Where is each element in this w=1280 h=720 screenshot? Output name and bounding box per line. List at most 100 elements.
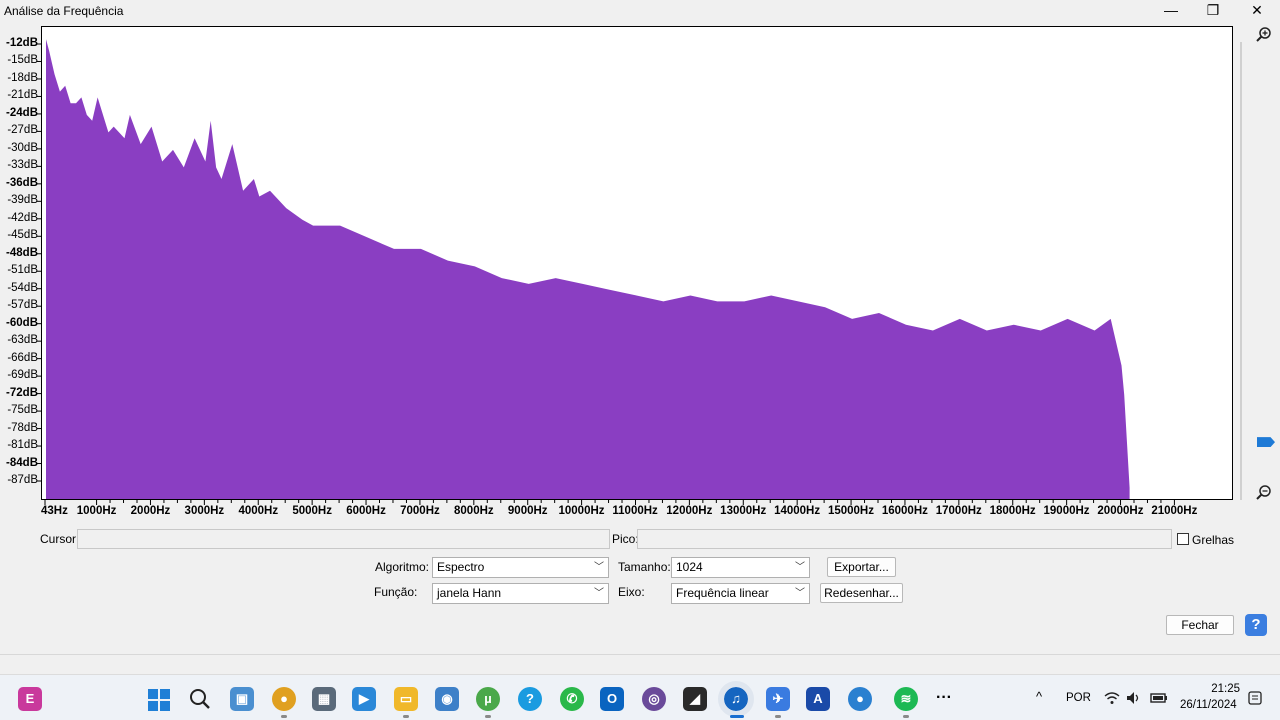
clock-date[interactable]: 26/11/2024	[1180, 699, 1237, 711]
y-tick-label: -60dB	[6, 316, 38, 329]
minimize-button[interactable]: —	[1148, 0, 1194, 22]
audacity-icon[interactable]: ♫	[718, 681, 754, 717]
x-tick-label: 20000Hz	[1097, 505, 1144, 517]
y-tick-label: -36dB	[6, 176, 38, 189]
x-tick-label: 12000Hz	[666, 505, 713, 517]
taskbar: E ▣ ● ▦ ▶ ▭ ◉ µ ? ✆ O ◎ ◢ ♫ ✈ A ● ≋ ··· …	[0, 674, 1280, 720]
algorithm-select[interactable]: Espectro ﹀	[432, 557, 609, 578]
axis-select[interactable]: Frequência linear ﹀	[671, 583, 810, 604]
x-tick-label: 43Hz	[41, 505, 68, 517]
more-apps-icon[interactable]: ···	[936, 689, 952, 707]
media-player-icon[interactable]: ▶	[352, 687, 376, 711]
axis-label: Eixo:	[618, 585, 645, 599]
x-tick-label: 8000Hz	[454, 505, 494, 517]
export-button[interactable]: Exportar...	[827, 557, 896, 577]
start-icon[interactable]	[148, 689, 170, 711]
y-tick-label: -42dB	[7, 211, 38, 224]
size-select[interactable]: 1024 ﹀	[671, 557, 810, 578]
calculator-icon[interactable]: ▦	[312, 687, 336, 711]
wifi-icon[interactable]	[1104, 691, 1120, 705]
help-icon[interactable]: ?	[1245, 614, 1267, 636]
whatsapp-icon[interactable]: ✆	[560, 687, 584, 711]
a-app-icon[interactable]: A	[806, 687, 830, 711]
chevron-down-icon: ﹀	[795, 562, 805, 573]
y-tick-label: -66dB	[7, 351, 38, 364]
spectrum-plot[interactable]	[41, 26, 1233, 500]
y-tick-label: -33dB	[7, 159, 38, 172]
y-tick-label: -54dB	[7, 281, 38, 294]
close-window-button[interactable]: ✕	[1234, 0, 1280, 22]
restore-button[interactable]: ❐	[1190, 0, 1236, 22]
function-select[interactable]: janela Hann ﹀	[432, 583, 609, 604]
y-tick-label: -75dB	[7, 404, 38, 417]
function-label: Função:	[374, 585, 418, 599]
firefox-icon[interactable]: ●	[848, 687, 872, 711]
peak-field	[637, 529, 1172, 549]
x-tick-label: 4000Hz	[238, 505, 279, 517]
x-tick-label: 19000Hz	[1043, 505, 1090, 517]
algorithm-value: Espectro	[437, 560, 485, 574]
x-tick-label: 15000Hz	[827, 505, 874, 517]
file-explorer-icon[interactable]: ▭	[394, 687, 418, 711]
plane-app-icon[interactable]: ✈	[766, 687, 790, 711]
y-tick-label: -15dB	[7, 54, 38, 67]
y-tick-label: -45dB	[7, 229, 38, 242]
y-tick-label: -24dB	[6, 106, 38, 119]
algorithm-label: Algoritmo:	[375, 560, 430, 574]
running-indicator	[775, 715, 781, 718]
zoom-slider-track[interactable]	[1240, 42, 1242, 500]
help-app-icon[interactable]: ?	[518, 687, 542, 711]
news-widget-icon[interactable]: E	[18, 687, 42, 711]
close-button[interactable]: Fechar	[1166, 615, 1234, 635]
spectrum-area	[46, 39, 1130, 499]
y-tick-label: -27dB	[7, 124, 38, 137]
clock-time[interactable]: 21:25	[1196, 683, 1240, 695]
frequency-analysis-window: Análise da Frequência — ❐ ✕ -12dB -15dB -1…	[0, 0, 1280, 674]
outlook-icon[interactable]: O	[600, 687, 624, 711]
volume-icon[interactable]	[1126, 691, 1142, 705]
chrome-icon[interactable]: ●	[272, 687, 296, 711]
running-indicator	[903, 715, 909, 718]
running-indicator	[485, 715, 491, 718]
running-indicator	[281, 715, 287, 718]
browser-icon[interactable]: ◉	[435, 687, 459, 711]
running-indicator	[403, 715, 409, 718]
tray-chevron-icon[interactable]: ^	[1036, 689, 1042, 704]
spotify-icon[interactable]: ≋	[894, 687, 918, 711]
x-tick-label: 1000Hz	[76, 505, 117, 517]
x-tick-label: 17000Hz	[935, 505, 982, 517]
cursor-label: Cursor:	[40, 532, 80, 546]
y-tick-label: -69dB	[7, 369, 38, 382]
chevron-down-icon: ﹀	[594, 562, 604, 573]
grid-label: Grelhas	[1192, 533, 1235, 547]
x-tick-label: 16000Hz	[881, 505, 928, 517]
zoom-in-icon[interactable]	[1255, 26, 1273, 44]
x-tick-label: 2000Hz	[130, 505, 171, 517]
photos-icon[interactable]: ▣	[230, 687, 254, 711]
y-tick-label: -57dB	[7, 299, 38, 312]
chevron-down-icon: ﹀	[594, 588, 604, 599]
y-tick-label: -30dB	[7, 141, 38, 154]
media-app-icon[interactable]: ◢	[683, 687, 707, 711]
x-tick-label: 21000Hz	[1151, 505, 1198, 517]
y-tick-label: -78dB	[7, 421, 38, 434]
search-icon[interactable]	[189, 688, 211, 710]
status-bar	[0, 654, 1280, 674]
language-indicator[interactable]: POR	[1066, 692, 1091, 704]
x-tick-label: 5000Hz	[292, 505, 332, 517]
grid-checkbox[interactable]	[1177, 533, 1189, 545]
title-bar: Análise da Frequência — ❐ ✕	[0, 0, 1280, 22]
zoom-slider-thumb[interactable]	[1257, 437, 1275, 448]
x-tick-label: 10000Hz	[558, 505, 605, 517]
size-label: Tamanho:	[618, 560, 671, 574]
notification-icon[interactable]	[1248, 691, 1262, 705]
redraw-button[interactable]: Redesenhar...	[820, 583, 903, 603]
zoom-out-icon[interactable]	[1255, 484, 1273, 502]
app-icon[interactable]: ◎	[642, 687, 666, 711]
spectrum-svg	[46, 39, 1130, 499]
battery-icon[interactable]	[1150, 691, 1168, 705]
utorrent-icon[interactable]: µ	[476, 687, 500, 711]
chevron-down-icon: ﹀	[795, 588, 805, 599]
y-tick-label: -72dB	[6, 386, 38, 399]
x-tick-label: 3000Hz	[184, 505, 225, 517]
